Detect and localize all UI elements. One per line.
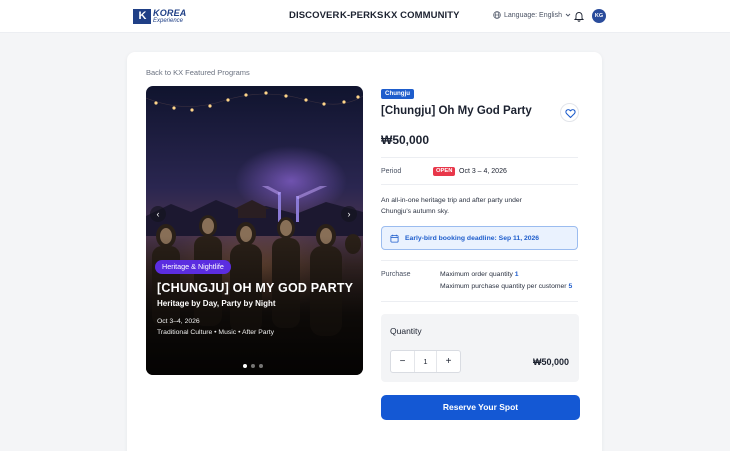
korea-experience-logo[interactable]: K KOREA Experience bbox=[133, 8, 187, 25]
hero-title: [CHUNGJU] OH MY GOD PARTY bbox=[157, 281, 354, 295]
divider bbox=[381, 260, 578, 261]
max-order-label: Maximum order quantity bbox=[440, 271, 513, 278]
hero-meta: Traditional Culture • Music • After Part… bbox=[157, 329, 275, 336]
divider bbox=[381, 157, 578, 158]
program-title: [Chungju] Oh My God Party bbox=[381, 105, 532, 117]
purchase-label: Purchase bbox=[381, 271, 411, 278]
program-description: An all-in-one heritage trip and after pa… bbox=[381, 197, 522, 215]
carousel-dot[interactable] bbox=[251, 364, 255, 368]
total-price: ₩50,000 bbox=[533, 357, 570, 367]
program-price: ₩50,000 bbox=[381, 133, 430, 147]
quantity-value[interactable]: 1 bbox=[414, 351, 437, 372]
max-purchase-quantity: Maximum purchase quantity per customer 5 bbox=[440, 283, 572, 290]
top-header: K KOREA Experience DISCOVER K-PERKS KX C… bbox=[0, 0, 730, 33]
max-purchase-label: Maximum purchase quantity per customer bbox=[440, 283, 567, 290]
back-to-programs-link[interactable]: Back to KX Featured Programs bbox=[146, 68, 250, 77]
logo-mark: K bbox=[133, 9, 151, 24]
favorite-button[interactable] bbox=[560, 103, 579, 122]
carousel-prev-button[interactable]: ‹ bbox=[150, 206, 166, 222]
carousel-indicators bbox=[243, 364, 263, 368]
quantity-label: Quantity bbox=[390, 326, 422, 336]
nav-k-perks[interactable]: K-PERKS bbox=[340, 10, 383, 21]
hero-subtitle: Heritage by Day, Party by Night bbox=[157, 299, 276, 308]
early-bird-notice: Early-bird booking deadline: Sep 11, 202… bbox=[381, 226, 578, 250]
max-order-value: 1 bbox=[514, 271, 519, 278]
string-lights-decoration bbox=[146, 91, 363, 112]
divider bbox=[381, 184, 578, 185]
language-selector[interactable]: Language: English bbox=[493, 11, 571, 19]
early-bird-deadline: Early-bird booking deadline: Sep 11, 202… bbox=[405, 235, 540, 242]
hero-date: Oct 3–4, 2026 bbox=[157, 318, 200, 325]
bell-icon[interactable] bbox=[573, 10, 585, 22]
reserve-button[interactable]: Reserve Your Spot bbox=[381, 395, 580, 420]
carousel-dot[interactable] bbox=[259, 364, 263, 368]
language-label: Language: English bbox=[504, 11, 562, 19]
max-order-quantity: Maximum order quantity 1 bbox=[440, 271, 519, 278]
nav-discover[interactable]: DISCOVER bbox=[289, 10, 339, 21]
category-tag: Heritage & Nightlife bbox=[155, 260, 231, 274]
calendar-icon bbox=[390, 234, 399, 243]
logo-line-1: KOREA bbox=[153, 7, 187, 18]
period-label: Period bbox=[381, 168, 402, 175]
user-avatar[interactable]: KG bbox=[592, 9, 606, 23]
logo-wordmark: KOREA Experience bbox=[153, 7, 187, 25]
increment-button[interactable]: + bbox=[437, 351, 460, 372]
carousel-dot[interactable] bbox=[243, 364, 247, 368]
heart-icon bbox=[565, 109, 576, 119]
status-badge: OPEN bbox=[433, 167, 456, 176]
carousel-next-button[interactable]: › bbox=[341, 206, 357, 222]
logo-line-2: Experience bbox=[153, 17, 184, 24]
period-value: Oct 3 – 4, 2026 bbox=[459, 168, 507, 175]
max-purchase-value: 5 bbox=[568, 283, 573, 290]
quantity-stepper: − 1 + bbox=[390, 350, 461, 373]
globe-icon bbox=[493, 11, 501, 19]
chevron-down-icon bbox=[565, 13, 571, 17]
divider bbox=[381, 301, 578, 302]
nav-kx-community[interactable]: KX COMMUNITY bbox=[384, 10, 460, 21]
decrement-button[interactable]: − bbox=[391, 351, 414, 372]
city-badge: Chungju bbox=[381, 89, 415, 99]
